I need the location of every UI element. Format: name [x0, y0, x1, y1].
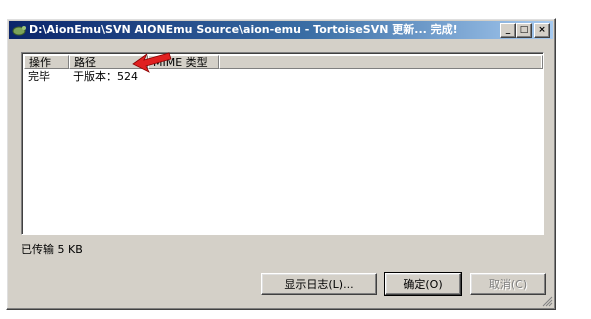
tortoisesvn-icon	[12, 24, 26, 36]
column-header-action[interactable]: 操作	[24, 55, 69, 69]
list-header: 操作 路径 MIME 类型	[24, 55, 543, 69]
annotation-arrow	[132, 52, 172, 73]
maximize-button[interactable]: □	[516, 23, 532, 38]
column-header-filler	[219, 55, 543, 69]
resize-grip-icon[interactable]	[541, 295, 553, 307]
item-path: 于版本：524	[73, 70, 138, 83]
show-log-button[interactable]: 显示日志(L)...	[261, 273, 377, 295]
transfer-status: 已传输 5 KB	[21, 243, 83, 256]
update-dialog: D:\AionEmu\SVN AIONEmu Source\aion-emu -…	[6, 18, 556, 310]
close-button[interactable]: ×	[534, 23, 550, 38]
minimize-button[interactable]: _	[500, 23, 516, 38]
list-item[interactable]: 完毕 于版本：524	[24, 70, 324, 84]
cancel-button[interactable]: 取消(C)	[470, 273, 546, 295]
ok-button[interactable]: 确定(O)	[384, 272, 462, 296]
window-title: D:\AionEmu\SVN AIONEmu Source\aion-emu -…	[29, 23, 458, 36]
update-results-list[interactable]: 操作 路径 MIME 类型 完毕 于版本：524	[21, 52, 544, 235]
item-action: 完毕	[28, 70, 50, 83]
title-bar[interactable]: D:\AionEmu\SVN AIONEmu Source\aion-emu -…	[9, 21, 553, 39]
